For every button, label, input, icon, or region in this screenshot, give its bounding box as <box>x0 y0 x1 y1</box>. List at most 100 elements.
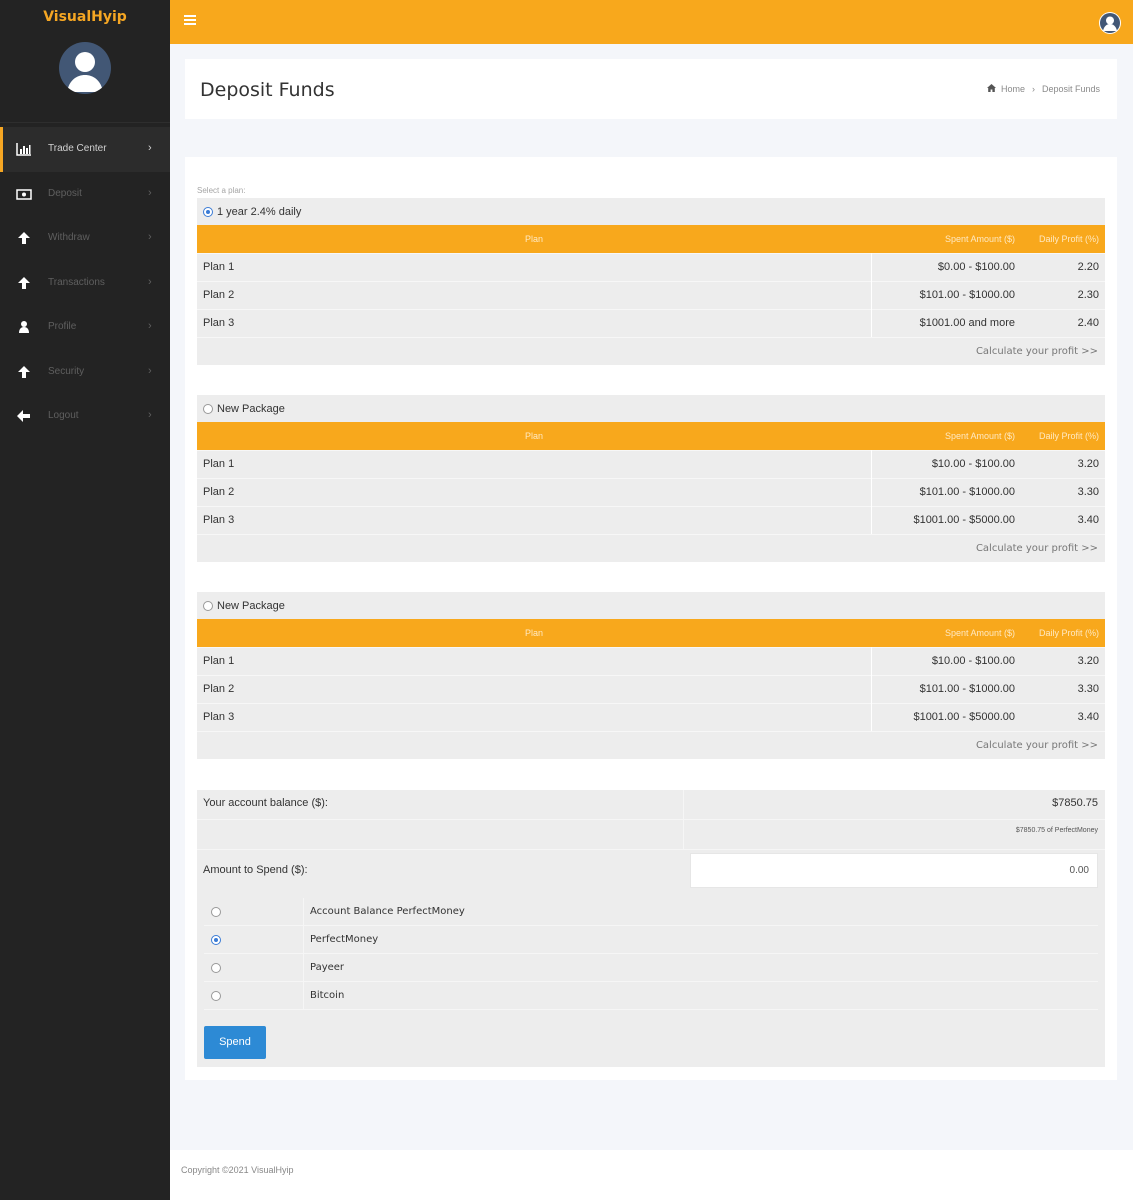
sidebar-item-label: Withdraw <box>48 232 90 243</box>
sidebar-item-logout[interactable]: Logout › <box>0 394 170 439</box>
home-icon <box>986 84 996 94</box>
calculate-profit-link[interactable]: Calculate your profit >> <box>197 534 1105 562</box>
payment-option[interactable]: Bitcoin <box>204 982 1098 1010</box>
chevron-right-icon: › <box>148 364 152 377</box>
profit-cell: 3.20 <box>1023 449 1105 478</box>
column-header-plan: Plan <box>197 225 871 253</box>
money-icon <box>16 187 32 201</box>
breadcrumb-home[interactable]: Home <box>1001 84 1025 94</box>
sidebar-item-label: Transactions <box>48 276 105 288</box>
copyright-text: Copyright ©2021 VisualHyip <box>181 1165 294 1175</box>
payment-radio[interactable] <box>211 935 221 945</box>
arrow-up-icon <box>16 365 32 379</box>
amount-cell: $10.00 - $100.00 <box>871 646 1023 675</box>
profit-cell: 3.40 <box>1023 702 1105 731</box>
plan-block: New Package Plan Spent Amount ($) Daily … <box>197 395 1105 562</box>
amount-cell: $101.00 - $1000.00 <box>871 477 1023 506</box>
select-plan-label: Select a plan: <box>197 186 246 195</box>
user-icon <box>16 320 32 334</box>
payment-label: Account Balance PerfectMoney <box>310 906 465 917</box>
sidebar-item-profile[interactable]: Profile › <box>0 305 170 350</box>
avatar <box>59 42 111 94</box>
sidebar-menu: Trade Center › Deposit › Withdraw › Tran… <box>0 127 170 439</box>
app-logo[interactable]: VisualHyip <box>0 9 170 25</box>
breadcrumb-current: Deposit Funds <box>1041 84 1100 94</box>
sidebar-item-label: Deposit <box>48 187 82 199</box>
divider <box>197 819 1105 820</box>
table-row: Plan 1 $10.00 - $100.00 3.20 <box>197 449 1105 478</box>
sidebar-item-transactions[interactable]: Transactions › <box>0 261 170 306</box>
spend-button[interactable]: Spend <box>204 1026 266 1059</box>
bar-chart-icon <box>16 142 32 156</box>
payment-option[interactable]: Payeer <box>204 954 1098 982</box>
plan-name: New Package <box>217 599 285 612</box>
amount-cell: $101.00 - $1000.00 <box>871 674 1023 703</box>
breadcrumb-separator-icon: › <box>1031 84 1035 94</box>
sidebar-item-label: Security <box>48 365 85 377</box>
sidebar-item-security[interactable]: Security › <box>0 350 170 395</box>
profit-cell: 2.30 <box>1023 280 1105 309</box>
sidebar-item-trade-center[interactable]: Trade Center › <box>0 127 170 172</box>
table-row: Plan 2 $101.00 - $1000.00 3.30 <box>197 477 1105 506</box>
divider <box>683 790 684 850</box>
payment-radio[interactable] <box>211 907 221 917</box>
table-row: Plan 2 $101.00 - $1000.00 2.30 <box>197 280 1105 309</box>
sidebar-item-label: Profile <box>48 321 77 332</box>
sidebar-item-deposit[interactable]: Deposit › <box>0 172 170 217</box>
plan-table: Plan Spent Amount ($) Daily Profit (%) P… <box>197 422 1105 534</box>
payment-radio[interactable] <box>211 991 221 1001</box>
column-header-amount: Spent Amount ($) <box>871 225 1023 253</box>
profit-cell: 2.20 <box>1023 252 1105 281</box>
plan-cell: Plan 1 <box>197 449 872 478</box>
plan-option[interactable]: New Package <box>197 592 1105 619</box>
chevron-right-icon: › <box>148 409 152 421</box>
user-menu-icon[interactable] <box>1099 12 1121 34</box>
amount-cell: $1001.00 and more <box>871 308 1023 337</box>
sidebar-item-label: Logout <box>48 410 79 421</box>
amount-label: Amount to Spend ($): <box>203 864 308 876</box>
payment-radio[interactable] <box>211 963 221 973</box>
plan-cell: Plan 3 <box>197 505 872 534</box>
plan-block: 1 year 2.4% daily Plan Spent Amount ($) … <box>197 198 1105 365</box>
table-row: Plan 3 $1001.00 and more 2.40 <box>197 308 1105 337</box>
sidebar-item-withdraw[interactable]: Withdraw › <box>0 216 170 261</box>
menu-toggle-icon[interactable] <box>184 15 196 27</box>
plan-cell: Plan 2 <box>197 280 872 309</box>
profit-cell: 3.40 <box>1023 505 1105 534</box>
chevron-right-icon: › <box>148 142 152 154</box>
plan-option[interactable]: New Package <box>197 395 1105 422</box>
column-header-profit: Daily Profit (%) <box>1023 225 1105 253</box>
divider <box>303 954 304 982</box>
chevron-right-icon: › <box>148 320 152 332</box>
plan-radio[interactable] <box>203 600 213 611</box>
top-bar <box>170 0 1133 44</box>
divider <box>303 982 304 1010</box>
amount-input[interactable]: 0.00 <box>690 853 1098 888</box>
arrow-up-icon <box>16 276 32 290</box>
plan-table: Plan Spent Amount ($) Daily Profit (%) P… <box>197 619 1105 731</box>
breadcrumb: Home › Deposit Funds <box>986 84 1100 94</box>
plan-option[interactable]: 1 year 2.4% daily <box>197 198 1105 225</box>
column-header-amount: Spent Amount ($) <box>871 422 1023 450</box>
plan-radio[interactable] <box>203 403 213 414</box>
column-header-profit: Daily Profit (%) <box>1023 619 1105 647</box>
plan-table: Plan Spent Amount ($) Daily Profit (%) P… <box>197 225 1105 337</box>
plan-radio[interactable] <box>203 206 213 217</box>
divider <box>303 898 304 926</box>
amount-cell: $10.00 - $100.00 <box>871 449 1023 478</box>
sidebar-divider <box>0 122 170 123</box>
payment-label: PerfectMoney <box>310 934 379 945</box>
payment-option[interactable]: Account Balance PerfectMoney <box>204 898 1098 926</box>
calculate-profit-link[interactable]: Calculate your profit >> <box>197 337 1105 365</box>
table-row: Plan 3 $1001.00 - $5000.00 3.40 <box>197 702 1105 731</box>
profit-cell: 3.30 <box>1023 477 1105 506</box>
chevron-right-icon: › <box>148 231 152 243</box>
calculate-profit-link[interactable]: Calculate your profit >> <box>197 731 1105 759</box>
payment-option[interactable]: PerfectMoney <box>204 926 1098 954</box>
balance-detail: $7850.75 of PerfectMoney <box>1015 827 1098 834</box>
plan-cell: Plan 2 <box>197 477 872 506</box>
payment-label: Bitcoin <box>310 990 345 1001</box>
column-header-profit: Daily Profit (%) <box>1023 422 1105 450</box>
table-row: Plan 1 $0.00 - $100.00 2.20 <box>197 252 1105 281</box>
page-title: Deposit Funds <box>200 79 335 101</box>
